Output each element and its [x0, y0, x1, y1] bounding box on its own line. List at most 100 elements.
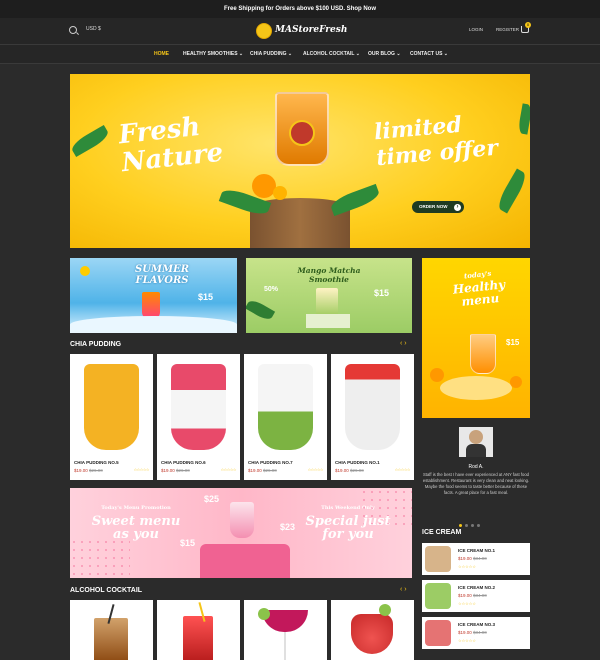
- rating-stars: ☆☆☆☆☆: [133, 467, 150, 472]
- promo-price-2: $23: [280, 522, 296, 532]
- search-icon[interactable]: [69, 26, 77, 34]
- lime-decoration: [258, 608, 270, 620]
- product-old-price: $26.00: [350, 468, 364, 473]
- alcohol-section-title: ALCOHOL COCKTAIL: [70, 587, 143, 594]
- product-name[interactable]: ICE CREAM NO.1: [458, 548, 495, 553]
- product-name[interactable]: CHIA PUDDING NO.5: [74, 460, 119, 465]
- product-image: [183, 616, 213, 660]
- product-card[interactable]: [157, 600, 240, 660]
- nav-chia-pudding[interactable]: CHIA PUDDING ⌄: [250, 51, 292, 57]
- palm-leaf-decoration: [517, 103, 530, 135]
- healthy-menu-side-banner[interactable]: today's Healthy menu $15: [422, 258, 530, 418]
- hero-title-left: Fresh Nature: [117, 111, 224, 178]
- login-link[interactable]: LOGIN: [469, 27, 483, 32]
- discount-badge: 50%: [264, 286, 279, 293]
- currency-selector[interactable]: USD $: [86, 26, 101, 32]
- podium-image: [440, 376, 512, 400]
- list-item[interactable]: ICE CREAM NO.2 $19.00 $34.00 ☆☆☆☆☆: [422, 580, 530, 612]
- promo-left-title: Today's Menu Promotion Sweet menu as you: [86, 502, 186, 541]
- product-old-price: $26.00: [263, 468, 277, 473]
- product-name[interactable]: ICE CREAM NO.3: [458, 622, 495, 627]
- promo-price-3: $15: [180, 538, 196, 548]
- pagination-dot[interactable]: [459, 524, 462, 527]
- product-card[interactable]: CHIA PUDDING NO.5 $19.00 $26.00 ☆☆☆☆☆: [70, 354, 153, 480]
- product-old-price: $26.00: [176, 468, 190, 473]
- orange-slice-image: [273, 186, 287, 200]
- list-item[interactable]: ICE CREAM NO.1 $19.00 $34.00 ☆☆☆☆☆: [422, 543, 530, 575]
- product-name[interactable]: ICE CREAM NO.2: [458, 585, 495, 590]
- product-price: $19.00 $26.00: [335, 468, 364, 473]
- orange-image: [430, 368, 444, 382]
- product-image: [345, 364, 400, 450]
- product-sale-price: $19.00: [248, 468, 262, 473]
- promo-left-line3: as you: [113, 527, 159, 542]
- product-name[interactable]: CHIA PUDDING NO.1: [335, 460, 380, 465]
- product-old-price: $26.00: [89, 468, 103, 473]
- fern-decoration: [328, 183, 382, 217]
- order-now-button[interactable]: ORDER NOW: [412, 201, 464, 213]
- product-name[interactable]: CHIA PUDDING NO.6: [161, 460, 206, 465]
- product-old-price: $34.00: [473, 630, 487, 635]
- register-link[interactable]: REGISTER: [496, 27, 519, 32]
- nav-home[interactable]: HOME: [154, 51, 169, 57]
- avatar-face: [469, 430, 483, 444]
- product-sale-price: $19.00: [458, 630, 472, 635]
- promo-right-line3: for you: [322, 527, 374, 542]
- product-card[interactable]: CHIA PUDDING NO.6 $19.00 $26.00 ☆☆☆☆☆: [157, 354, 240, 480]
- pagination-dot[interactable]: [471, 524, 474, 527]
- mango-matcha-banner[interactable]: Mango Matcha Smoothie 50% $15: [246, 258, 412, 333]
- product-sale-price: $19.00: [74, 468, 88, 473]
- header: USD $ MAStoreFresh LOGIN REGISTER 0: [0, 18, 600, 44]
- product-card[interactable]: [244, 600, 327, 660]
- product-card[interactable]: [331, 600, 414, 660]
- nav-alcohol-cocktail[interactable]: ALCOHOL COCKTAIL ⌄: [303, 51, 360, 57]
- wave-decoration: [70, 316, 237, 333]
- chia-carousel-arrows[interactable]: ‹ ›: [400, 340, 407, 347]
- product-image: [171, 364, 226, 450]
- matcha-line1: Mango Matcha: [297, 266, 361, 275]
- product-price: $19.00 $34.00: [458, 593, 487, 598]
- announcement-bar[interactable]: Free Shipping for Orders above $100 USD.…: [0, 0, 600, 18]
- summer-flavors-banner[interactable]: SUMMER FLAVORS $15: [70, 258, 237, 333]
- dessert-cup-image: [230, 502, 254, 538]
- matcha-line2: Smoothie: [309, 275, 349, 284]
- product-image: [351, 614, 393, 654]
- product-card[interactable]: CHIA PUDDING NO.7 $19.00 $26.00 ☆☆☆☆☆: [244, 354, 327, 480]
- alcohol-carousel-arrows[interactable]: ‹ ›: [400, 586, 407, 593]
- leaf-decoration: [246, 297, 276, 323]
- pagination-dot[interactable]: [477, 524, 480, 527]
- pagination-dot[interactable]: [465, 524, 468, 527]
- product-card[interactable]: CHIA PUDDING NO.1 $19.00 $26.00 ☆☆☆☆☆: [331, 354, 414, 480]
- rating-stars: ☆☆☆☆☆: [220, 467, 237, 472]
- ice-cream-section-title: ICE CREAM: [422, 529, 462, 536]
- promo-price-1: $25: [204, 494, 220, 504]
- rating-stars: ☆☆☆☆☆: [458, 564, 476, 569]
- summer-price: $15: [198, 292, 214, 302]
- logo[interactable]: MAStoreFresh: [256, 23, 347, 39]
- nav-healthy-smoothies[interactable]: HEALTHY SMOOTHIES ⌄: [183, 51, 243, 57]
- product-name[interactable]: CHIA PUDDING NO.7: [248, 460, 293, 465]
- hero-title-right: limited time offer: [373, 109, 499, 171]
- glass-stem: [284, 632, 286, 660]
- product-image: [258, 364, 313, 450]
- hero-banner[interactable]: Fresh Nature limited time offer ORDER NO…: [70, 74, 530, 248]
- product-sale-price: $19.00: [458, 593, 472, 598]
- side-banner-title: today's Healthy menu: [442, 264, 516, 310]
- product-image: [425, 620, 451, 646]
- product-card[interactable]: [70, 600, 153, 660]
- rating-stars: ☆☆☆☆☆: [458, 601, 476, 606]
- matcha-banner-title: Mango Matcha Smoothie: [276, 266, 382, 284]
- chia-section-title: CHIA PUDDING: [70, 341, 122, 348]
- product-price: $19.00 $26.00: [161, 468, 190, 473]
- main-nav: HOME HEALTHY SMOOTHIES ⌄ CHIA PUDDING ⌄ …: [0, 44, 600, 64]
- sweet-menu-promo-banner[interactable]: Today's Menu Promotion Sweet menu as you…: [70, 488, 412, 578]
- list-item[interactable]: ICE CREAM NO.3 $19.00 $34.00 ☆☆☆☆☆: [422, 617, 530, 649]
- summer-line2: FLAVORS: [135, 275, 189, 286]
- nav-contact-us[interactable]: CONTACT US ⌄: [410, 51, 448, 57]
- avatar-body: [466, 444, 486, 457]
- lime-decoration: [379, 604, 391, 616]
- nav-our-blog[interactable]: OUR BLOG ⌄: [368, 51, 401, 57]
- product-price: $19.00 $26.00: [248, 468, 277, 473]
- cup-logo-emblem: [289, 120, 315, 146]
- testimonial-author: Rod A.: [468, 464, 484, 470]
